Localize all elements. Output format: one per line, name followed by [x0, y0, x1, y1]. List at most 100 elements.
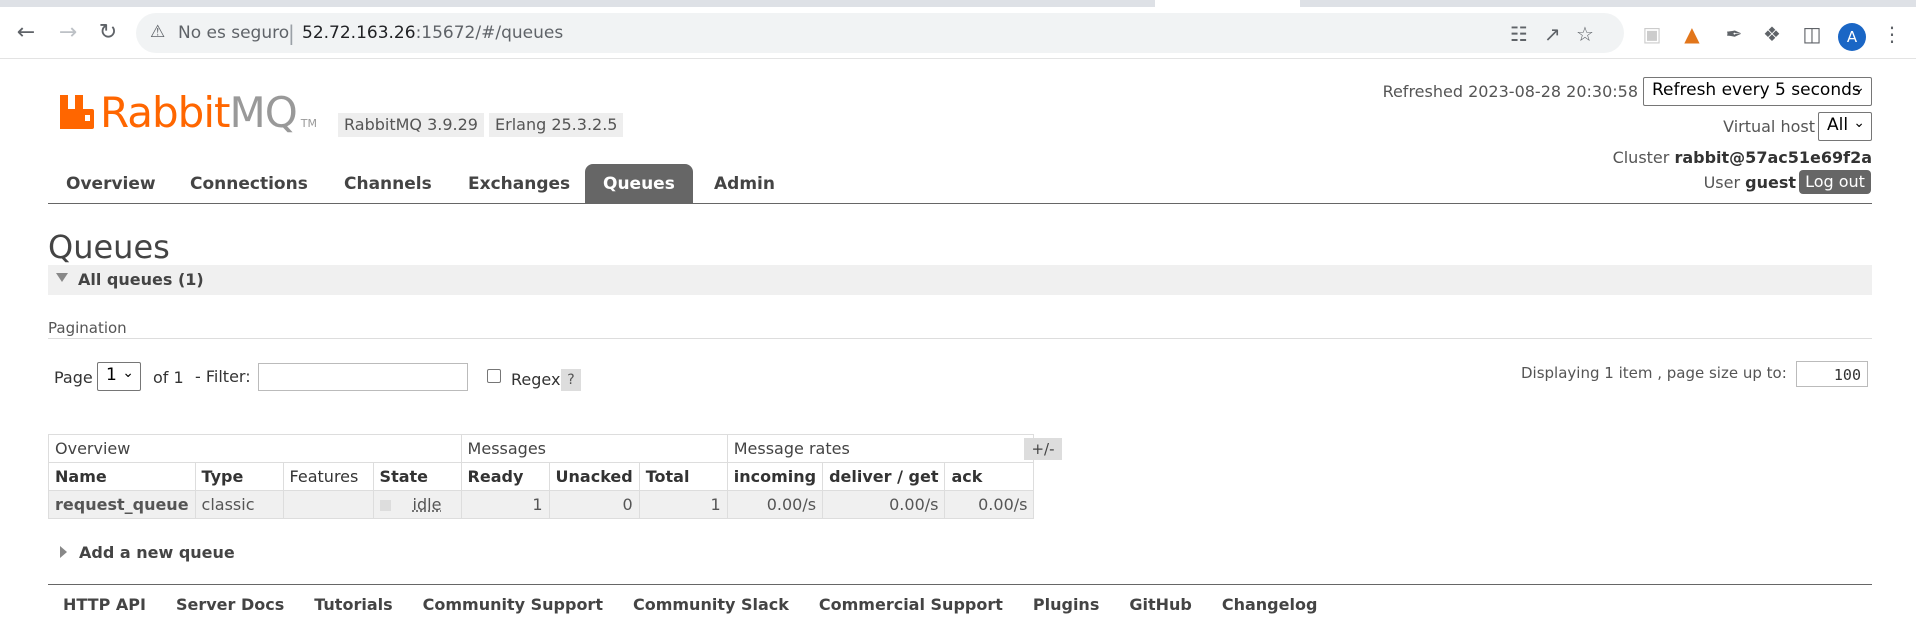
col-incoming[interactable]: incoming [726, 462, 824, 491]
browser-toolbar: ← → ↻ ⚠ No es seguro | 52.72.163.26:1567… [0, 7, 1916, 59]
group-message-rates: Message rates [726, 434, 1035, 463]
filter-label: - Filter: [195, 367, 251, 386]
queue-incoming: 0.00/s [726, 490, 824, 519]
rabbitmq-logo[interactable]: RabbitMQ TM [60, 87, 317, 137]
browser-active-tab[interactable] [1155, 0, 1300, 7]
page-select-value: 1 [106, 365, 117, 385]
refreshed-timestamp: Refreshed 2023-08-28 20:30:58 [1382, 82, 1638, 101]
browser-menu-icon[interactable]: ⋮ [1880, 22, 1904, 46]
col-ack[interactable]: ack [944, 462, 1035, 491]
col-total[interactable]: Total [638, 462, 728, 491]
footer-links: HTTP API Server Docs Tutorials Community… [48, 595, 1332, 614]
queue-ack: 0.00/s [944, 490, 1035, 519]
omnibox-separator: | [288, 21, 295, 45]
logo-trademark: TM [300, 116, 317, 130]
logo-mq: MQ [229, 87, 297, 137]
footer-link-changelog[interactable]: Changelog [1207, 595, 1333, 614]
queue-state: idle [412, 495, 442, 514]
erlang-badge: Erlang 25.3.2.5 [489, 113, 624, 137]
browser-tabstrip [0, 0, 1916, 7]
refresh-interval-select[interactable]: Refresh every 5 seconds ⌄ [1643, 77, 1872, 106]
col-deliver-get[interactable]: deliver / get [822, 462, 946, 491]
queue-state-cell: idle [372, 490, 462, 519]
all-queues-title: All queues (1) [78, 270, 204, 289]
rabbitmq-logo-mark-icon [60, 95, 96, 129]
footer-link-community-support[interactable]: Community Support [408, 595, 618, 614]
footer-link-server-docs[interactable]: Server Docs [161, 595, 299, 614]
group-messages: Messages [460, 434, 728, 463]
queue-type: classic [194, 490, 284, 519]
queue-ready: 1 [460, 490, 550, 519]
share-icon[interactable]: ↗ [1544, 22, 1561, 46]
eyedropper-icon[interactable]: ✒ [1722, 22, 1746, 46]
page-select[interactable]: 1 ⌄ [97, 362, 141, 391]
col-unacked[interactable]: Unacked [548, 462, 640, 491]
profile-avatar[interactable]: A [1838, 23, 1866, 51]
metamask-fox-icon[interactable]: ▲ [1680, 22, 1704, 46]
pagination-divider [48, 338, 1872, 339]
extensions-puzzle-icon[interactable]: ❖ [1760, 22, 1784, 46]
tab-connections[interactable]: Connections [172, 164, 326, 204]
state-indicator-icon [379, 500, 391, 511]
queues-table: Overview Messages Message rates Name Typ… [48, 434, 1035, 519]
url-text[interactable]: 52.72.163.26:15672/#/queues [302, 23, 563, 43]
side-panel-icon[interactable]: ◫ [1800, 22, 1824, 46]
all-queues-section-toggle[interactable]: All queues (1) [48, 265, 1872, 295]
queue-name-link[interactable]: request_queue [48, 490, 196, 519]
queue-unacked: 0 [548, 490, 640, 519]
filter-input[interactable] [258, 363, 468, 391]
table-row[interactable]: request_queue classic idle 1 0 1 0.00/s … [48, 490, 1035, 519]
col-type[interactable]: Type [194, 462, 284, 491]
chevron-down-icon: ⌄ [1853, 115, 1865, 131]
virtual-host-select[interactable]: All ⌄ [1818, 112, 1872, 141]
toggle-columns-button[interactable]: +/- [1024, 438, 1062, 460]
footer-link-github[interactable]: GitHub [1114, 595, 1207, 614]
chevron-down-icon: ⌄ [1853, 80, 1865, 96]
expand-triangle-icon [60, 546, 67, 558]
tab-overview[interactable]: Overview [48, 164, 174, 204]
page-label: Page [54, 368, 93, 387]
add-new-queue-toggle[interactable]: Add a new queue [60, 543, 235, 562]
url-host: 52.72.163.26 [302, 23, 416, 43]
displaying-label: Displaying 1 item , page size up to: [1521, 364, 1787, 382]
col-features: Features [282, 462, 374, 491]
address-bar[interactable]: ⚠ No es seguro | 52.72.163.26:15672/#/qu… [136, 13, 1624, 53]
footer-link-plugins[interactable]: Plugins [1018, 595, 1114, 614]
warning-icon[interactable]: ⚠ [150, 22, 165, 42]
back-arrow-icon[interactable]: ← [12, 19, 40, 47]
virtual-host-value: All [1827, 115, 1849, 135]
queue-features [282, 490, 374, 519]
col-name[interactable]: Name [48, 462, 196, 491]
regex-help-button[interactable]: ? [561, 369, 581, 391]
footer-divider [48, 584, 1872, 585]
footer-link-commercial-support[interactable]: Commercial Support [804, 595, 1018, 614]
col-state[interactable]: State [372, 462, 462, 491]
regex-checkbox[interactable] [487, 369, 501, 383]
tab-queues[interactable]: Queues [585, 164, 693, 204]
reload-icon[interactable]: ↻ [94, 19, 122, 47]
pagination-label: Pagination [48, 319, 127, 337]
security-label[interactable]: No es seguro [178, 23, 289, 43]
virtual-host-label: Virtual host [1723, 117, 1815, 136]
logo-wordmark: RabbitMQ [100, 87, 298, 137]
footer-link-http-api[interactable]: HTTP API [48, 595, 161, 614]
page-size-input[interactable]: 100 [1796, 361, 1868, 387]
tab-channels[interactable]: Channels [326, 164, 450, 204]
col-ready[interactable]: Ready [460, 462, 550, 491]
add-queue-label: Add a new queue [79, 543, 235, 562]
page-title: Queues [48, 228, 170, 266]
url-path: :15672/#/queues [415, 23, 564, 43]
translate-icon[interactable]: ☷ [1510, 22, 1528, 46]
footer-link-tutorials[interactable]: Tutorials [299, 595, 407, 614]
group-overview: Overview [48, 434, 462, 463]
page-count: of 1 [153, 368, 184, 387]
tab-admin[interactable]: Admin [696, 164, 793, 204]
footer-link-community-slack[interactable]: Community Slack [618, 595, 804, 614]
extension-placeholder-icon[interactable]: ▣ [1640, 22, 1664, 46]
refresh-interval-value: Refresh every 5 seconds [1652, 80, 1861, 100]
tab-exchanges[interactable]: Exchanges [450, 164, 588, 204]
main-nav-tabs: Overview Connections Channels Exchanges … [48, 164, 1872, 204]
bookmark-star-icon[interactable]: ☆ [1576, 22, 1594, 46]
forward-arrow-icon[interactable]: → [54, 19, 82, 47]
queue-total: 1 [638, 490, 728, 519]
